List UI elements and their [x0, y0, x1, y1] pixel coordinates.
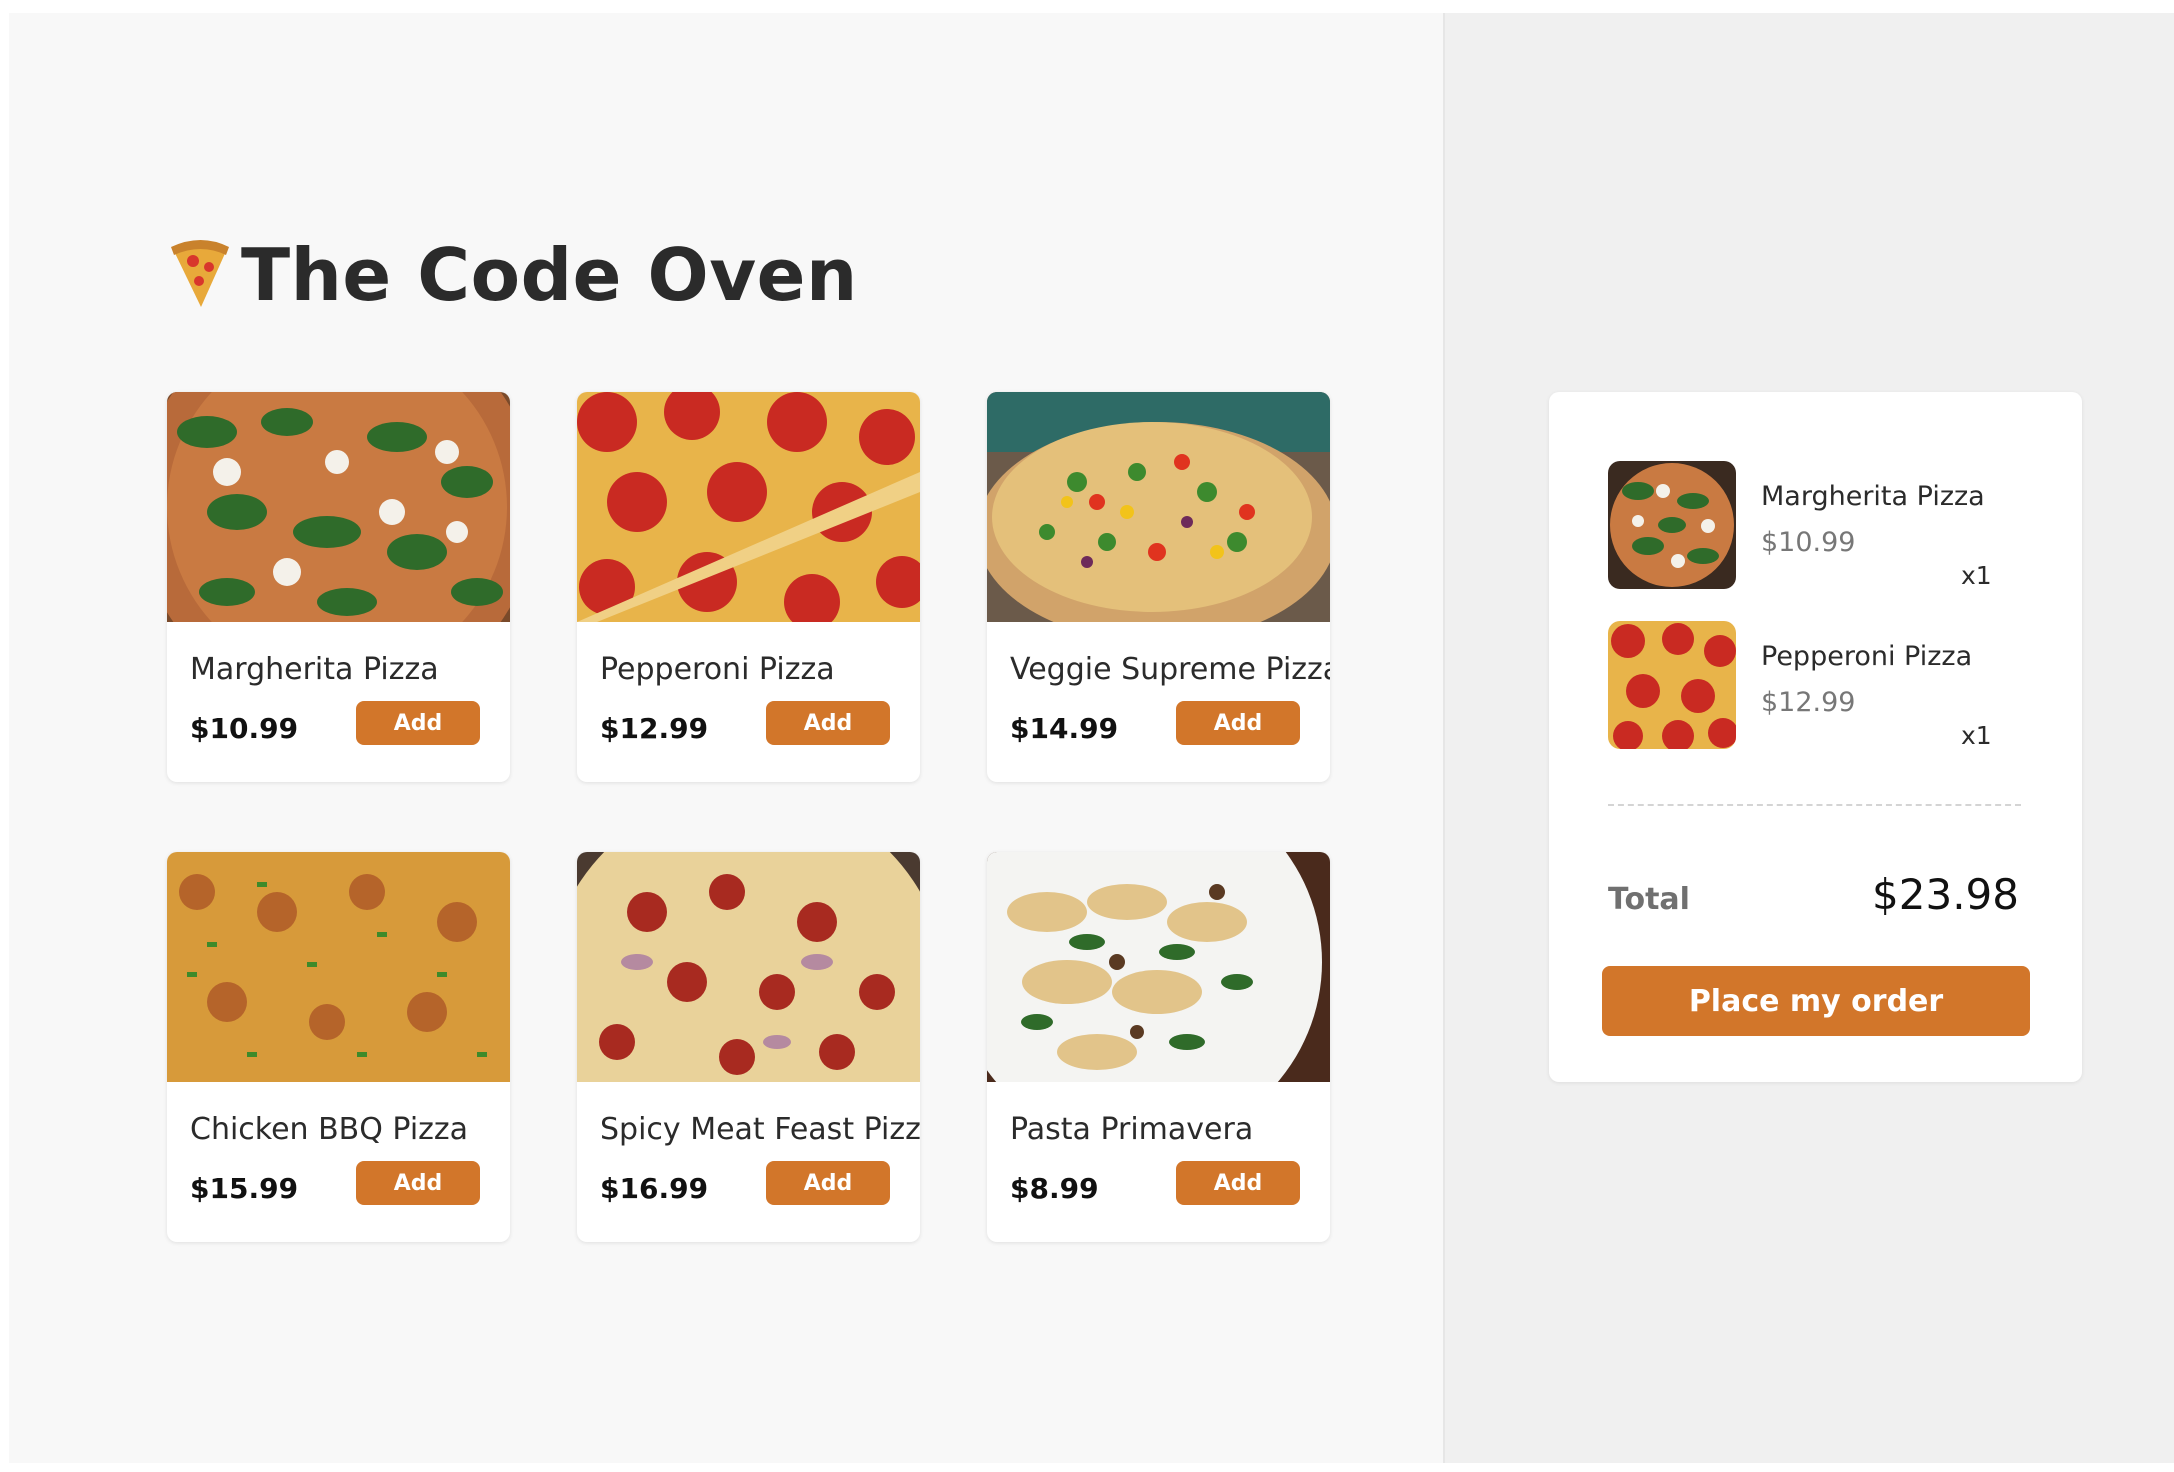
menu-card: Pepperoni Pizza $12.99 Add [577, 392, 920, 782]
cart-divider [1608, 804, 2021, 806]
menu-item-name: Margherita Pizza [190, 652, 439, 687]
menu-item-name: Spicy Meat Feast Pizza [600, 1112, 920, 1147]
menu-item-name: Chicken BBQ Pizza [190, 1112, 469, 1147]
add-to-cart-button[interactable]: Add [766, 701, 890, 745]
place-order-button[interactable]: Place my order [1602, 966, 2030, 1036]
add-to-cart-button[interactable]: Add [356, 701, 480, 745]
cart-item: Pepperoni Pizza $12.99 x1 [1608, 621, 2048, 751]
margherita-pizza-photo [167, 392, 510, 622]
menu-item-name: Veggie Supreme Pizza [1010, 652, 1330, 687]
cart-panel: Margherita Pizza $10.99 x1 Pepperoni Piz… [1443, 13, 2174, 1463]
menu-card: Veggie Supreme Pizza $14.99 Add [987, 392, 1330, 782]
chicken-bbq-pizza-photo [167, 852, 510, 1082]
total-value: $23.98 [1872, 870, 2019, 919]
pasta-primavera-photo [987, 852, 1330, 1082]
menu-grid: Margherita Pizza $10.99 Add Pepperoni Pi [167, 392, 1330, 1242]
menu-item-price: $16.99 [600, 1172, 709, 1205]
cart-item-price: $12.99 [1761, 687, 1856, 718]
menu-panel: The Code Oven Margherita Pizza $10.99 Ad… [9, 13, 1443, 1463]
cart-item-thumbnail [1608, 621, 1736, 749]
add-to-cart-button[interactable]: Add [1176, 1161, 1300, 1205]
cart-item: Margherita Pizza $10.99 x1 [1608, 461, 2048, 591]
cart-item-price: $10.99 [1761, 527, 1856, 558]
meat-feast-pizza-photo [577, 852, 920, 1082]
cart-summary: Margherita Pizza $10.99 x1 Pepperoni Piz… [1549, 392, 2082, 1082]
cart-item-thumbnail [1608, 461, 1736, 589]
app-window: The Code Oven Margherita Pizza $10.99 Ad… [9, 13, 2174, 1463]
add-to-cart-button[interactable]: Add [1176, 701, 1300, 745]
menu-item-price: $12.99 [600, 712, 709, 745]
menu-item-price: $15.99 [190, 1172, 299, 1205]
menu-card: Spicy Meat Feast Pizza $16.99 Add [577, 852, 920, 1242]
cart-item-quantity: x1 [1961, 721, 1992, 750]
menu-card: Margherita Pizza $10.99 Add [167, 392, 510, 782]
menu-item-name: Pasta Primavera [1010, 1112, 1254, 1147]
menu-item-price: $10.99 [190, 712, 299, 745]
cart-item-name: Pepperoni Pizza [1761, 641, 1973, 672]
menu-item-price: $8.99 [1010, 1172, 1099, 1205]
menu-item-price: $14.99 [1010, 712, 1119, 745]
pepperoni-pizza-photo [1608, 621, 1736, 749]
pepperoni-pizza-photo [577, 392, 920, 622]
add-to-cart-button[interactable]: Add [766, 1161, 890, 1205]
pizza-slice-icon [171, 240, 229, 307]
menu-card: Chicken BBQ Pizza $15.99 Add [167, 852, 510, 1242]
margherita-pizza-photo [1608, 461, 1736, 589]
menu-item-name: Pepperoni Pizza [600, 652, 835, 687]
veggie-pizza-photo [987, 392, 1330, 622]
total-label: Total [1608, 882, 1690, 917]
cart-item-quantity: x1 [1961, 561, 1992, 590]
cart-item-name: Margherita Pizza [1761, 481, 1985, 512]
menu-card: Pasta Primavera $8.99 Add [987, 852, 1330, 1242]
page-title: The Code Oven [241, 233, 858, 317]
brand-header: The Code Oven [167, 233, 858, 317]
add-to-cart-button[interactable]: Add [356, 1161, 480, 1205]
